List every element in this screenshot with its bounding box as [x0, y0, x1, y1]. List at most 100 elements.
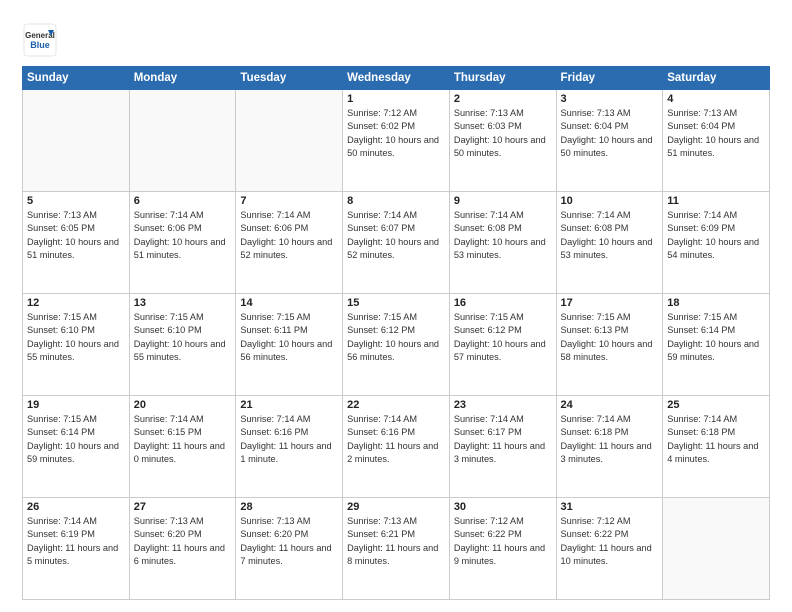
calendar-cell: 22Sunrise: 7:14 AM Sunset: 6:16 PM Dayli… [343, 396, 450, 498]
week-row-1: 5 Sunrise: 7:13 AM Sunset: 6:05 PM Daylig… [23, 192, 770, 294]
day-number: 27 [134, 501, 232, 513]
calendar-cell: 13 Sunrise: 7:15 AM Sunset: 6:10 PM Dayli… [129, 294, 236, 396]
day-info: Sunrise: 7:13 AM Sunset: 6:04 PM Dayligh… [667, 107, 765, 160]
day-number: 2 [454, 93, 552, 105]
day-number: 23 [454, 399, 552, 411]
calendar-cell: 21 Sunrise: 7:14 AM Sunset: 6:16 PM Dayli… [236, 396, 343, 498]
calendar-cell: 9 Sunrise: 7:14 AM Sunset: 6:08 PM Daylig… [449, 192, 556, 294]
calendar-cell: 16 Sunrise: 7:15 AM Sunset: 6:12 PM Dayli… [449, 294, 556, 396]
day-number: 3 [561, 93, 659, 105]
day-info: Sunrise: 7:15 AM Sunset: 6:10 PM Dayligh… [27, 311, 125, 364]
day-info: Sunrise: 7:15 AM Sunset: 6:10 PM Dayligh… [134, 311, 232, 364]
calendar-cell [129, 90, 236, 192]
day-info: Sunrise: 7:14 AM Sunset: 6:06 PM Dayligh… [240, 209, 338, 262]
week-row-2: 12 Sunrise: 7:15 AM Sunset: 6:10 PM Dayli… [23, 294, 770, 396]
weekday-friday: Friday [556, 67, 663, 90]
page: General Blue SundayMondayTuesdayWednesda… [0, 0, 792, 612]
calendar-cell: 24 Sunrise: 7:14 AM Sunset: 6:18 PM Dayli… [556, 396, 663, 498]
calendar-cell: 12 Sunrise: 7:15 AM Sunset: 6:10 PM Dayli… [23, 294, 130, 396]
calendar-cell: 10Sunrise: 7:14 AM Sunset: 6:08 PM Dayli… [556, 192, 663, 294]
calendar: SundayMondayTuesdayWednesdayThursdayFrid… [22, 66, 770, 600]
day-info: Sunrise: 7:14 AM Sunset: 6:16 PM Dayligh… [240, 413, 338, 466]
day-number: 20 [134, 399, 232, 411]
day-number: 6 [134, 195, 232, 207]
calendar-cell: 8Sunrise: 7:14 AM Sunset: 6:07 PM Daylig… [343, 192, 450, 294]
day-info: Sunrise: 7:14 AM Sunset: 6:17 PM Dayligh… [454, 413, 552, 466]
day-info: Sunrise: 7:12 AM Sunset: 6:22 PM Dayligh… [561, 515, 659, 568]
day-number: 12 [27, 297, 125, 309]
calendar-cell: 14Sunrise: 7:15 AM Sunset: 6:11 PM Dayli… [236, 294, 343, 396]
day-number: 16 [454, 297, 552, 309]
day-info: Sunrise: 7:13 AM Sunset: 6:04 PM Dayligh… [561, 107, 659, 160]
day-number: 18 [667, 297, 765, 309]
day-info: Sunrise: 7:12 AM Sunset: 6:22 PM Dayligh… [454, 515, 552, 568]
weekday-monday: Monday [129, 67, 236, 90]
calendar-cell: 19Sunrise: 7:15 AM Sunset: 6:14 PM Dayli… [23, 396, 130, 498]
week-row-0: 1Sunrise: 7:12 AM Sunset: 6:02 PM Daylig… [23, 90, 770, 192]
day-number: 7 [240, 195, 338, 207]
day-info: Sunrise: 7:14 AM Sunset: 6:09 PM Dayligh… [667, 209, 765, 262]
day-number: 15 [347, 297, 445, 309]
day-info: Sunrise: 7:13 AM Sunset: 6:05 PM Dayligh… [27, 209, 125, 262]
calendar-cell: 2 Sunrise: 7:13 AM Sunset: 6:03 PM Daylig… [449, 90, 556, 192]
day-info: Sunrise: 7:15 AM Sunset: 6:13 PM Dayligh… [561, 311, 659, 364]
calendar-cell: 28 Sunrise: 7:13 AM Sunset: 6:20 PM Dayli… [236, 498, 343, 600]
day-number: 22 [347, 399, 445, 411]
calendar-cell: 27 Sunrise: 7:13 AM Sunset: 6:20 PM Dayli… [129, 498, 236, 600]
day-number: 28 [240, 501, 338, 513]
day-number: 1 [347, 93, 445, 105]
day-number: 29 [347, 501, 445, 513]
calendar-cell: 4 Sunrise: 7:13 AM Sunset: 6:04 PM Daylig… [663, 90, 770, 192]
weekday-header-row: SundayMondayTuesdayWednesdayThursdayFrid… [23, 67, 770, 90]
day-number: 11 [667, 195, 765, 207]
day-number: 30 [454, 501, 552, 513]
calendar-cell: 30 Sunrise: 7:12 AM Sunset: 6:22 PM Dayli… [449, 498, 556, 600]
calendar-cell: 17 Sunrise: 7:15 AM Sunset: 6:13 PM Dayli… [556, 294, 663, 396]
calendar-cell: 25 Sunrise: 7:14 AM Sunset: 6:18 PM Dayli… [663, 396, 770, 498]
day-number: 21 [240, 399, 338, 411]
day-info: Sunrise: 7:13 AM Sunset: 6:21 PM Dayligh… [347, 515, 445, 568]
day-number: 26 [27, 501, 125, 513]
day-number: 24 [561, 399, 659, 411]
day-number: 10 [561, 195, 659, 207]
svg-text:Blue: Blue [30, 40, 50, 50]
day-number: 31 [561, 501, 659, 513]
day-info: Sunrise: 7:15 AM Sunset: 6:12 PM Dayligh… [454, 311, 552, 364]
day-info: Sunrise: 7:14 AM Sunset: 6:08 PM Dayligh… [454, 209, 552, 262]
calendar-cell: 6 Sunrise: 7:14 AM Sunset: 6:06 PM Daylig… [129, 192, 236, 294]
day-info: Sunrise: 7:13 AM Sunset: 6:20 PM Dayligh… [134, 515, 232, 568]
weekday-tuesday: Tuesday [236, 67, 343, 90]
calendar-cell: 23 Sunrise: 7:14 AM Sunset: 6:17 PM Dayli… [449, 396, 556, 498]
day-number: 9 [454, 195, 552, 207]
day-info: Sunrise: 7:14 AM Sunset: 6:06 PM Dayligh… [134, 209, 232, 262]
calendar-cell [23, 90, 130, 192]
calendar-cell [663, 498, 770, 600]
day-info: Sunrise: 7:14 AM Sunset: 6:07 PM Dayligh… [347, 209, 445, 262]
day-number: 5 [27, 195, 125, 207]
calendar-cell: 3 Sunrise: 7:13 AM Sunset: 6:04 PM Daylig… [556, 90, 663, 192]
calendar-cell [236, 90, 343, 192]
day-number: 25 [667, 399, 765, 411]
calendar-cell: 20 Sunrise: 7:14 AM Sunset: 6:15 PM Dayli… [129, 396, 236, 498]
day-number: 13 [134, 297, 232, 309]
calendar-cell: 31 Sunrise: 7:12 AM Sunset: 6:22 PM Dayli… [556, 498, 663, 600]
day-info: Sunrise: 7:13 AM Sunset: 6:20 PM Dayligh… [240, 515, 338, 568]
week-row-4: 26Sunrise: 7:14 AM Sunset: 6:19 PM Dayli… [23, 498, 770, 600]
calendar-cell: 7 Sunrise: 7:14 AM Sunset: 6:06 PM Daylig… [236, 192, 343, 294]
calendar-cell: 29 Sunrise: 7:13 AM Sunset: 6:21 PM Dayli… [343, 498, 450, 600]
day-number: 14 [240, 297, 338, 309]
day-info: Sunrise: 7:14 AM Sunset: 6:18 PM Dayligh… [667, 413, 765, 466]
day-number: 17 [561, 297, 659, 309]
calendar-cell: 18 Sunrise: 7:15 AM Sunset: 6:14 PM Dayli… [663, 294, 770, 396]
day-info: Sunrise: 7:14 AM Sunset: 6:15 PM Dayligh… [134, 413, 232, 466]
calendar-cell: 15Sunrise: 7:15 AM Sunset: 6:12 PM Dayli… [343, 294, 450, 396]
weekday-saturday: Saturday [663, 67, 770, 90]
logo: General Blue [22, 22, 58, 58]
weekday-sunday: Sunday [23, 67, 130, 90]
day-number: 4 [667, 93, 765, 105]
day-info: Sunrise: 7:14 AM Sunset: 6:18 PM Dayligh… [561, 413, 659, 466]
day-info: Sunrise: 7:15 AM Sunset: 6:14 PM Dayligh… [667, 311, 765, 364]
day-info: Sunrise: 7:13 AM Sunset: 6:03 PM Dayligh… [454, 107, 552, 160]
day-number: 19 [27, 399, 125, 411]
calendar-cell: 5 Sunrise: 7:13 AM Sunset: 6:05 PM Daylig… [23, 192, 130, 294]
